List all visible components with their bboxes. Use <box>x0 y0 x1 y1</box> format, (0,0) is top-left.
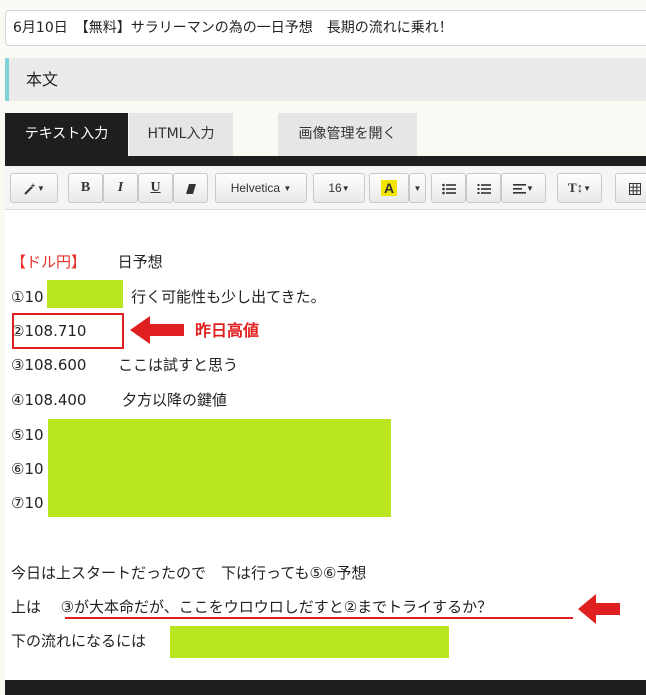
level-4-text: 夕方以降の鍵値 <box>122 391 228 409</box>
comment-2-text: ③が大本命だが、ここをウロウロしだすと②までトライするか？ <box>60 598 493 616</box>
line-level-7: ⑦10 <box>11 494 44 512</box>
italic-button[interactable]: I <box>103 173 138 203</box>
redaction-highlight <box>170 626 449 658</box>
level-4-value: ④108.400 <box>11 391 87 409</box>
annotation-underline <box>65 617 573 619</box>
font-color-button[interactable]: A <box>369 173 409 203</box>
magic-wand-button[interactable]: ▼ <box>10 173 58 203</box>
font-size-dropdown[interactable]: 16▼ <box>313 173 365 203</box>
font-color-label: A <box>380 180 398 196</box>
font-color-dropdown[interactable]: ▼ <box>409 173 426 203</box>
bullet-list-button[interactable] <box>431 173 466 203</box>
align-icon <box>513 183 527 194</box>
annotation-arrow-icon <box>130 316 184 344</box>
tab-image-manager[interactable]: 画像管理を開く <box>278 113 417 156</box>
annotation-label: 昨日高値 <box>195 321 260 340</box>
font-family-dropdown[interactable]: Helvetica ▼ <box>215 173 307 203</box>
line-level-4: ④108.400 夕方以降の鍵値 <box>11 389 227 411</box>
level-3-value: ③108.600 <box>11 356 87 374</box>
line-level-3: ③108.600 ここは試すと思う <box>11 354 238 376</box>
line-comment-1: 今日は上スタートだったので 下は行っても⑤⑥予想 <box>11 564 367 582</box>
editor-toolbar: ▼ B I U Helvetica ▼ 16▼ A ▼ ▼ T↕▼ <box>5 166 646 210</box>
line-comment-2: 上は ③が大本命だが、ここをウロウロしだすと②までトライするか？ <box>11 596 492 618</box>
tab-html-input[interactable]: HTML入力 <box>129 113 233 156</box>
line-currency: 【ドル円】 日予想 <box>11 251 163 273</box>
font-size-label: 16 <box>328 181 342 195</box>
redaction-highlight <box>47 280 123 308</box>
underline-button[interactable]: U <box>138 173 173 203</box>
numbered-list-button[interactable] <box>466 173 501 203</box>
bold-button[interactable]: B <box>68 173 103 203</box>
text-height-dropdown[interactable]: T↕▼ <box>557 173 602 203</box>
align-dropdown[interactable]: ▼ <box>501 173 546 203</box>
bullet-list-icon <box>441 183 456 195</box>
editor-bottom-bar <box>5 680 646 695</box>
magic-wand-icon <box>24 182 36 195</box>
tab-text-input[interactable]: テキスト入力 <box>5 113 128 156</box>
numbered-list-icon <box>477 183 491 194</box>
level-3-text: ここは試すと思う <box>118 356 239 374</box>
annotation-box <box>12 313 124 349</box>
level-1-text: 行く可能性も少し出てきた。 <box>131 288 326 306</box>
table-icon <box>629 182 641 195</box>
line-level-6: ⑥10 <box>11 460 44 478</box>
font-family-label: Helvetica <box>230 181 281 195</box>
eraser-icon <box>185 183 196 194</box>
level-1-prefix: ①10 <box>11 288 44 306</box>
text-height-icon: T↕ <box>567 180 584 195</box>
forecast-label: 日予想 <box>117 253 163 271</box>
redaction-highlight <box>48 419 391 517</box>
currency-tag: 【ドル円】 <box>11 253 87 271</box>
comment-2-prefix: 上は <box>11 598 42 616</box>
post-title-input[interactable]: 6月10日 【無料】サラリーマンの為の一日予想 長期の流れに乗れ！ <box>5 10 646 46</box>
table-button[interactable] <box>615 173 646 203</box>
section-heading: 本文 <box>5 58 646 101</box>
line-comment-3: 下の流れになるには <box>11 632 147 650</box>
annotation-arrow-icon <box>578 594 620 624</box>
eraser-button[interactable] <box>173 173 208 203</box>
line-level-5: ⑤10 <box>11 426 44 444</box>
